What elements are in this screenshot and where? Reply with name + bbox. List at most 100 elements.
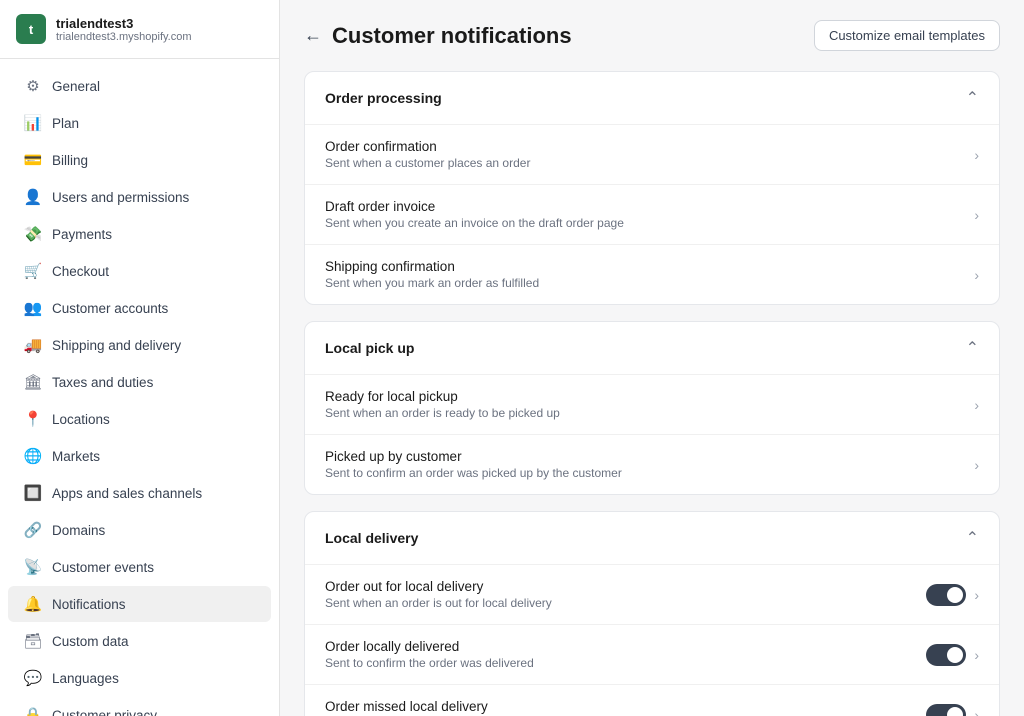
item-order-out-delivery[interactable]: Order out for local delivery Sent when a… [305, 564, 999, 624]
sidebar-item-plan[interactable]: 📊 Plan [8, 105, 271, 141]
item-content-ready-for-pickup: Ready for local pickup Sent when an orde… [325, 389, 966, 420]
item-content-order-confirmation: Order confirmation Sent when a customer … [325, 139, 966, 170]
nav-label-taxes: Taxes and duties [52, 375, 153, 390]
section-local-delivery: Local delivery ⌃ Order out for local del… [304, 511, 1000, 716]
store-avatar: t [16, 14, 46, 44]
nav-icon-billing: 💳 [24, 151, 42, 169]
nav-icon-taxes: 🏛 [24, 373, 42, 391]
item-desc-order-locally-delivered: Sent to confirm the order was delivered [325, 656, 926, 670]
item-title-order-out-delivery: Order out for local delivery [325, 579, 926, 594]
nav-label-notifications: Notifications [52, 597, 126, 612]
sidebar-item-general[interactable]: ⚙ General [8, 68, 271, 104]
section-order-processing: Order processing ⌃ Order confirmation Se… [304, 71, 1000, 305]
page-title: Customer notifications [332, 23, 572, 49]
title-row: ← Customer notifications [304, 23, 572, 49]
sidebar-item-customer-accounts[interactable]: 👥 Customer accounts [8, 290, 271, 326]
sections-container: Order processing ⌃ Order confirmation Se… [304, 71, 1000, 716]
store-url: trialendtest3.myshopify.com [56, 31, 192, 43]
item-content-shipping-confirmation: Shipping confirmation Sent when you mark… [325, 259, 966, 290]
item-order-confirmation[interactable]: Order confirmation Sent when a customer … [305, 124, 999, 184]
nav-icon-locations: 📍 [24, 410, 42, 428]
sidebar-item-locations[interactable]: 📍 Locations [8, 401, 271, 437]
chevron-icon-order-processing: ⌃ [966, 88, 979, 108]
item-order-locally-delivered[interactable]: Order locally delivered Sent to confirm … [305, 624, 999, 684]
nav-icon-general: ⚙ [24, 77, 42, 95]
nav-label-billing: Billing [52, 153, 88, 168]
nav-icon-shipping: 🚚 [24, 336, 42, 354]
sidebar-item-users[interactable]: 👤 Users and permissions [8, 179, 271, 215]
item-desc-ready-for-pickup: Sent when an order is ready to be picked… [325, 406, 966, 420]
arrow-icon-ready-for-pickup: › [974, 397, 979, 413]
nav-label-languages: Languages [52, 671, 119, 686]
sidebar-item-markets[interactable]: 🌐 Markets [8, 438, 271, 474]
item-title-shipping-confirmation: Shipping confirmation [325, 259, 966, 274]
nav-label-general: General [52, 79, 100, 94]
nav-label-domains: Domains [52, 523, 105, 538]
item-content-order-out-delivery: Order out for local delivery Sent when a… [325, 579, 926, 610]
toggle-wrap-order-locally-delivered [926, 644, 966, 666]
item-title-ready-for-pickup: Ready for local pickup [325, 389, 966, 404]
chevron-icon-local-pickup: ⌃ [966, 338, 979, 358]
toggle-order-missed-delivery[interactable] [926, 704, 966, 716]
item-ready-for-pickup[interactable]: Ready for local pickup Sent when an orde… [305, 374, 999, 434]
sidebar-item-payments[interactable]: 💸 Payments [8, 216, 271, 252]
section-header-local-delivery[interactable]: Local delivery ⌃ [305, 512, 999, 564]
item-desc-draft-order-invoice: Sent when you create an invoice on the d… [325, 216, 966, 230]
store-info: trialendtest3 trialendtest3.myshopify.co… [56, 16, 192, 43]
nav-icon-custom-data: 🗃 [24, 632, 42, 650]
arrow-icon-order-locally-delivered: › [974, 647, 979, 663]
nav-label-markets: Markets [52, 449, 100, 464]
item-picked-up-by-customer[interactable]: Picked up by customer Sent to confirm an… [305, 434, 999, 494]
page-header: ← Customer notifications Customize email… [304, 20, 1000, 51]
item-desc-picked-up-by-customer: Sent to confirm an order was picked up b… [325, 466, 966, 480]
sidebar-item-notifications[interactable]: 🔔 Notifications [8, 586, 271, 622]
item-title-draft-order-invoice: Draft order invoice [325, 199, 966, 214]
item-desc-order-out-delivery: Sent when an order is out for local deli… [325, 596, 926, 610]
sidebar-item-customer-events[interactable]: 📡 Customer events [8, 549, 271, 585]
toggle-wrap-order-missed-delivery [926, 704, 966, 716]
nav-icon-customer-events: 📡 [24, 558, 42, 576]
item-shipping-confirmation[interactable]: Shipping confirmation Sent when you mark… [305, 244, 999, 304]
item-draft-order-invoice[interactable]: Draft order invoice Sent when you create… [305, 184, 999, 244]
item-content-order-missed-delivery: Order missed local delivery Sent when a … [325, 699, 926, 716]
nav-label-payments: Payments [52, 227, 112, 242]
nav-label-plan: Plan [52, 116, 79, 131]
store-name: trialendtest3 [56, 16, 192, 31]
item-desc-order-confirmation: Sent when a customer places an order [325, 156, 966, 170]
nav-label-customer-events: Customer events [52, 560, 154, 575]
toggle-order-locally-delivered[interactable] [926, 644, 966, 666]
section-title-order-processing: Order processing [325, 90, 442, 106]
sidebar-item-shipping[interactable]: 🚚 Shipping and delivery [8, 327, 271, 363]
item-title-picked-up-by-customer: Picked up by customer [325, 449, 966, 464]
nav-icon-customer-accounts: 👥 [24, 299, 42, 317]
sidebar-item-languages[interactable]: 💬 Languages [8, 660, 271, 696]
sidebar-item-custom-data[interactable]: 🗃 Custom data [8, 623, 271, 659]
section-header-local-pickup[interactable]: Local pick up ⌃ [305, 322, 999, 374]
section-header-order-processing[interactable]: Order processing ⌃ [305, 72, 999, 124]
item-title-order-missed-delivery: Order missed local delivery [325, 699, 926, 714]
store-header: t trialendtest3 trialendtest3.myshopify.… [0, 0, 279, 59]
section-title-local-pickup: Local pick up [325, 340, 414, 356]
customize-email-button[interactable]: Customize email templates [814, 20, 1000, 51]
sidebar-item-billing[interactable]: 💳 Billing [8, 142, 271, 178]
sidebar-item-checkout[interactable]: 🛒 Checkout [8, 253, 271, 289]
main-content: ← Customer notifications Customize email… [280, 0, 1024, 716]
sidebar-item-domains[interactable]: 🔗 Domains [8, 512, 271, 548]
item-title-order-locally-delivered: Order locally delivered [325, 639, 926, 654]
section-title-local-delivery: Local delivery [325, 530, 418, 546]
sidebar-item-taxes[interactable]: 🏛 Taxes and duties [8, 364, 271, 400]
nav-icon-notifications: 🔔 [24, 595, 42, 613]
nav-label-shipping: Shipping and delivery [52, 338, 181, 353]
nav-icon-plan: 📊 [24, 114, 42, 132]
sidebar-item-customer-privacy[interactable]: 🔒 Customer privacy [8, 697, 271, 716]
nav-icon-markets: 🌐 [24, 447, 42, 465]
toggle-order-out-delivery[interactable] [926, 584, 966, 606]
arrow-icon-order-out-delivery: › [974, 587, 979, 603]
item-title-order-confirmation: Order confirmation [325, 139, 966, 154]
nav-icon-checkout: 🛒 [24, 262, 42, 280]
item-desc-shipping-confirmation: Sent when you mark an order as fulfilled [325, 276, 966, 290]
nav-label-customer-privacy: Customer privacy [52, 708, 157, 716]
item-order-missed-delivery[interactable]: Order missed local delivery Sent when a … [305, 684, 999, 716]
back-button[interactable]: ← [304, 25, 322, 46]
sidebar-item-apps[interactable]: 🔲 Apps and sales channels [8, 475, 271, 511]
